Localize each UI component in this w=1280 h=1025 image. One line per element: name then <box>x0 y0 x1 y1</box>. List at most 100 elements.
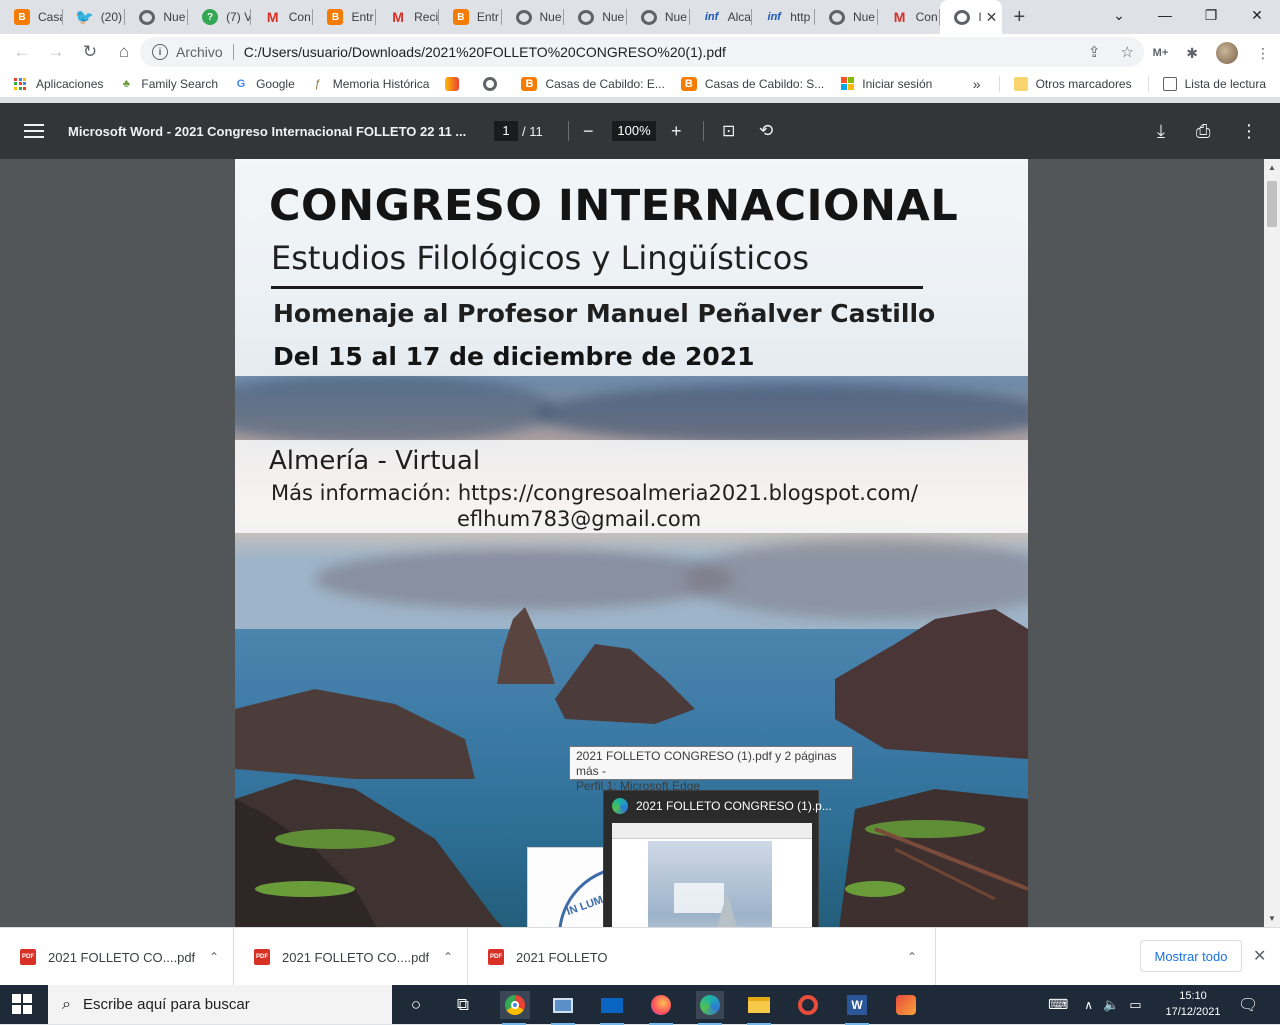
puzzle-icon[interactable]: ✱ <box>1186 45 1198 62</box>
tab[interactable]: inf http <box>752 0 815 34</box>
tab[interactable]: B Entr <box>313 0 376 34</box>
chevron-up-icon[interactable]: ∧ <box>1084 998 1093 1012</box>
cortana-icon[interactable]: ○ <box>402 991 430 1019</box>
restore-button[interactable]: ❐ <box>1188 0 1234 30</box>
tab[interactable]: Nue <box>502 0 565 34</box>
chevron-up-icon[interactable]: ⌃ <box>907 950 917 964</box>
taskbar-search[interactable]: ⌕ Escribe aquí para buscar <box>48 985 392 1024</box>
close-window-button[interactable]: ✕ <box>1234 0 1280 30</box>
tab-label: Nue <box>602 10 625 24</box>
more-options-icon[interactable]: ⋮ <box>1240 121 1258 142</box>
bookmark-item[interactable]: ♣ Family Search <box>119 77 218 91</box>
tab-search-icon[interactable]: ⌄ <box>1096 0 1142 30</box>
bookmark-item[interactable] <box>445 76 467 91</box>
address-bar[interactable]: i Archivo C:/Users/usuario/Downloads/202… <box>140 37 1144 67</box>
bookmark-label: Iniciar sesión <box>862 76 933 91</box>
close-tab-icon[interactable]: ✕ <box>986 9 998 26</box>
bookmark-apps[interactable]: Aplicaciones <box>14 77 103 91</box>
tab[interactable]: Nue <box>125 0 188 34</box>
tab[interactable]: Nue <box>564 0 627 34</box>
tab[interactable]: ? (7) V <box>188 0 251 34</box>
hamburger-menu-icon[interactable] <box>24 120 44 142</box>
tab[interactable]: B Entr <box>439 0 502 34</box>
bookmark-star-icon[interactable]: ☆ <box>1121 43 1134 61</box>
edge-taskbar-icon[interactable] <box>696 991 724 1025</box>
tab[interactable]: M Con <box>878 0 941 34</box>
download-item[interactable]: PDF 2021 FOLLETO CO....pdf ⌃ <box>0 928 234 986</box>
taskbar-clock[interactable]: 15:10 17/12/2021 <box>1160 988 1226 1020</box>
minimize-button[interactable]: — <box>1142 0 1188 30</box>
tab-label: Casa <box>38 10 63 24</box>
zoom-out-icon[interactable]: − <box>583 121 594 142</box>
scroll-down-icon[interactable]: ▼ <box>1268 914 1276 923</box>
tab[interactable]: Nue <box>815 0 878 34</box>
chrome-icon <box>505 995 525 1015</box>
tab[interactable]: B Casa <box>0 0 63 34</box>
forward-button[interactable]: → <box>40 36 72 68</box>
menu-kebab-icon[interactable]: ⋮ <box>1256 45 1270 62</box>
close-downloads-icon[interactable]: ✕ <box>1253 946 1266 966</box>
keyboard-icon[interactable]: ⌨ <box>1048 996 1068 1013</box>
chrome-taskbar-icon[interactable] <box>500 991 530 1025</box>
network-icon[interactable]: ▭ <box>1129 997 1141 1013</box>
file-explorer-icon[interactable] <box>745 991 773 1025</box>
apps-grid-icon <box>14 77 26 90</box>
bookmark-item[interactable]: B Casas de Cabildo: E... <box>521 76 665 91</box>
vertical-scrollbar[interactable]: ▲ ▼ <box>1264 159 1280 927</box>
tab-label: I <box>978 10 982 24</box>
rock <box>235 689 475 779</box>
fit-page-icon[interactable]: ⊡ <box>722 121 735 141</box>
brochure-info-link[interactable]: Más información: https://congresoalmeria… <box>271 481 918 505</box>
tab-active[interactable]: I ✕ <box>940 0 1003 34</box>
other-bookmarks[interactable]: Otros marcadores <box>1013 77 1132 91</box>
zoom-input[interactable]: 100% <box>612 121 656 141</box>
print-icon[interactable]: ⎙ <box>1196 121 1210 142</box>
back-button[interactable]: ← <box>6 36 38 68</box>
new-tab-button[interactable]: + <box>1002 0 1036 34</box>
tab[interactable]: Nue <box>627 0 690 34</box>
bookmark-item[interactable]: Iniciar sesión <box>840 77 932 91</box>
avatar[interactable] <box>1216 42 1238 64</box>
page-number-input[interactable]: 1 <box>494 121 518 141</box>
bookmark-item[interactable] <box>483 76 505 91</box>
word-icon[interactable]: W <box>843 991 871 1025</box>
bookmark-item[interactable]: G Google <box>234 77 295 91</box>
ccleaner-icon[interactable] <box>892 991 920 1019</box>
memoria-icon: ƒ <box>314 77 321 90</box>
download-item[interactable]: PDF 2021 FOLLETO ⌃ <box>468 928 936 986</box>
volume-icon[interactable]: 🔈 <box>1103 997 1119 1013</box>
download-icon[interactable]: ⤓ <box>1157 121 1165 142</box>
scrollbar-thumb[interactable] <box>1267 181 1277 227</box>
rotate-icon[interactable]: ⟲ <box>759 121 773 141</box>
app-icon[interactable] <box>794 991 822 1019</box>
windows-start-icon[interactable] <box>12 994 32 1014</box>
tab[interactable]: inf Alca <box>690 0 753 34</box>
tab[interactable]: M Reci <box>376 0 439 34</box>
task-view-icon[interactable]: ⧉ <box>449 991 477 1019</box>
notifications-icon[interactable]: 🗨 <box>1238 985 1258 1024</box>
download-name: 2021 FOLLETO <box>516 949 608 965</box>
tab-label: Alca <box>727 10 751 24</box>
remote-desktop-icon[interactable] <box>549 991 577 1025</box>
chevron-up-icon[interactable]: ⌃ <box>209 950 219 964</box>
home-button[interactable]: ⌂ <box>108 36 140 68</box>
show-all-button[interactable]: Mostrar todo <box>1140 940 1242 972</box>
share-icon[interactable]: ⇪ <box>1088 43 1101 61</box>
info-icon[interactable]: i <box>152 44 168 60</box>
reload-button[interactable]: ↻ <box>74 36 106 68</box>
mail-icon[interactable] <box>598 991 626 1025</box>
reading-list[interactable]: Lista de lectura <box>1162 77 1266 91</box>
download-item[interactable]: PDF 2021 FOLLETO CO....pdf ⌃ <box>234 928 468 986</box>
url-text[interactable]: C:/Users/usuario/Downloads/2021%20FOLLET… <box>244 44 726 60</box>
tab[interactable]: 🐦 (20) <box>63 0 126 34</box>
zoom-in-icon[interactable]: + <box>671 121 682 142</box>
bookmarks-overflow-button[interactable]: » <box>973 76 981 92</box>
firefox-icon[interactable] <box>647 991 675 1025</box>
tab[interactable]: M Con <box>251 0 314 34</box>
chevron-up-icon[interactable]: ⌃ <box>443 950 453 964</box>
extension-icon[interactable]: M+ <box>1153 47 1169 59</box>
moss <box>865 820 985 838</box>
bookmark-item[interactable]: ƒ Memoria Histórica <box>311 77 430 91</box>
scroll-up-icon[interactable]: ▲ <box>1268 163 1276 172</box>
bookmark-item[interactable]: B Casas de Cabildo: S... <box>680 76 824 91</box>
